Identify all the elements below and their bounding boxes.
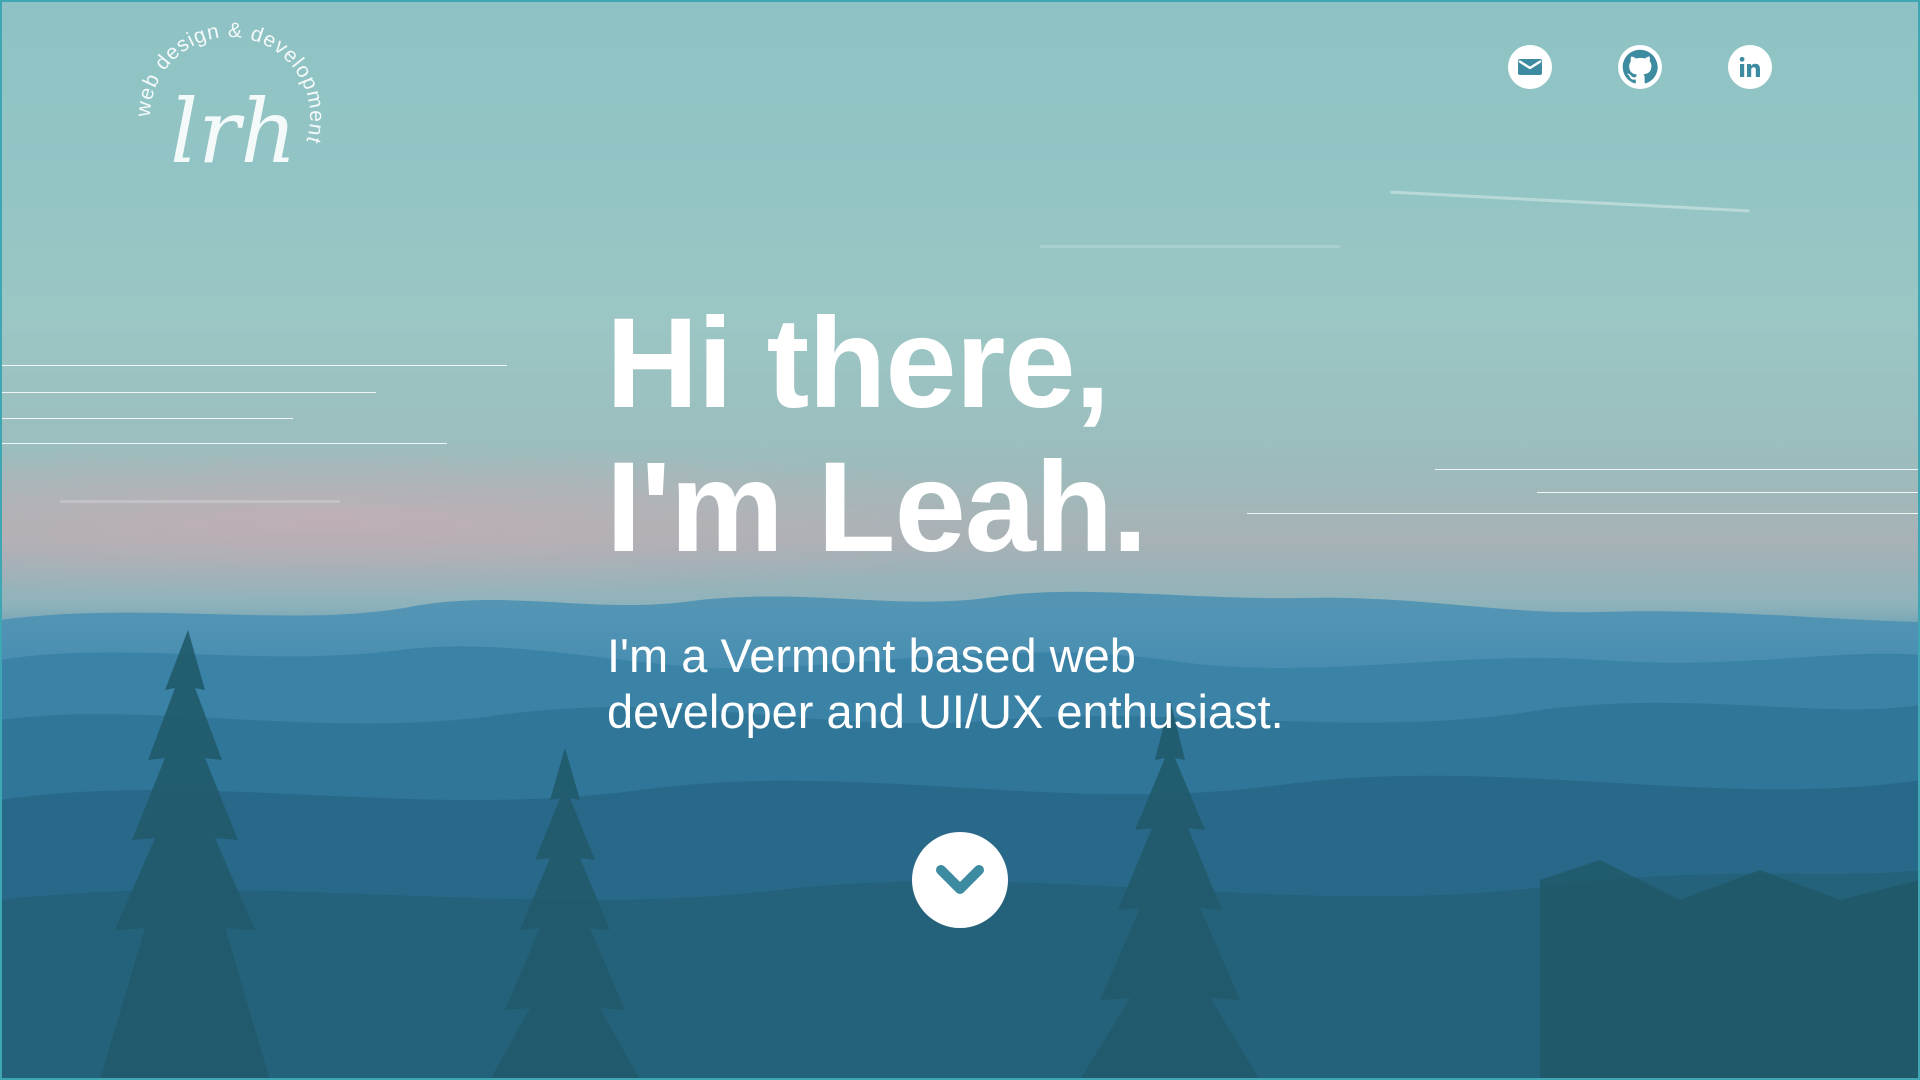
scroll-down-button[interactable]: [912, 832, 1008, 928]
github-link[interactable]: [1618, 45, 1662, 89]
decorative-line: [1537, 492, 1920, 493]
lrh-monogram-logo: web design & development lrh: [132, 19, 327, 183]
logo[interactable]: web design & development lrh: [132, 19, 332, 212]
github-icon: [1622, 49, 1658, 84]
subhead-line-1: I'm a Vermont based web: [607, 629, 1136, 682]
decorative-line: [0, 443, 447, 444]
decorative-line: [0, 418, 293, 419]
hero-subheadline: I'm a Vermont based web developer and UI…: [607, 628, 1284, 740]
linkedin-link[interactable]: [1728, 45, 1772, 89]
linkedin-icon: [1739, 56, 1760, 77]
headline-line-2: I'm Leah.: [606, 436, 1148, 579]
email-link[interactable]: [1508, 45, 1552, 89]
decorative-line: [0, 365, 507, 366]
hero-section: web design & development lrh Hi there, I…: [0, 0, 1920, 1080]
subhead-line-2: developer and UI/UX enthusiast.: [607, 685, 1284, 738]
decorative-line: [1247, 513, 1920, 514]
decorative-line: [0, 392, 376, 393]
decorative-line: [1435, 469, 1920, 470]
hero-headline: Hi there, I'm Leah.: [606, 292, 1148, 580]
envelope-icon: [1518, 59, 1542, 75]
headline-line-1: Hi there,: [606, 292, 1110, 435]
chevron-down-icon: [936, 865, 984, 894]
logo-monogram: lrh: [170, 80, 297, 183]
